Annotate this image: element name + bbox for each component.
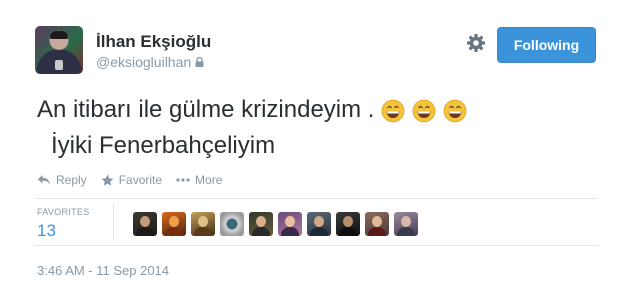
favoriter-avatar[interactable]	[307, 212, 331, 236]
user-handle-text: @eksiogluilhan	[96, 54, 192, 70]
divider	[35, 198, 598, 199]
favorites-label: FAVORITES	[37, 207, 90, 217]
reply-icon	[37, 174, 51, 186]
more-icon	[176, 178, 190, 182]
favoriter-avatar[interactable]	[249, 212, 273, 236]
favoriter-avatar[interactable]	[133, 212, 157, 236]
divider	[35, 245, 598, 246]
grinning-face-emoji	[381, 98, 405, 123]
favorite-label: Favorite	[118, 173, 163, 187]
favoriter-avatar[interactable]	[394, 212, 418, 236]
user-fullname[interactable]: İlhan Ekşioğlu	[96, 32, 211, 52]
user-handle[interactable]: @eksiogluilhan	[96, 54, 204, 70]
more-label: More	[195, 173, 223, 187]
avatar-microphone	[55, 60, 63, 70]
stat-separator	[113, 203, 114, 241]
favoriter-avatar[interactable]	[191, 212, 215, 236]
tweet-text: An itibarı ile gülme krizindeyim . İyiki…	[37, 92, 597, 164]
favorites-count[interactable]: 13	[37, 221, 56, 241]
grinning-face-emoji	[443, 98, 467, 123]
favoriter-avatars	[133, 212, 418, 236]
lock-icon	[195, 57, 204, 67]
tweet-timestamp[interactable]: 3:46 AM - 11 Sep 2014	[37, 263, 169, 278]
user-avatar[interactable]	[35, 26, 83, 74]
tweet-line-2: İyiki Fenerbahçeliyim	[37, 128, 597, 164]
favoriter-avatar[interactable]	[278, 212, 302, 236]
tweet-text-line-2: İyiki Fenerbahçeliyim	[51, 132, 276, 159]
reply-button[interactable]: Reply	[37, 173, 87, 187]
gear-icon[interactable]	[466, 33, 486, 53]
following-button[interactable]: Following	[497, 27, 596, 63]
favoriter-avatar[interactable]	[365, 212, 389, 236]
star-icon	[101, 174, 114, 187]
reply-label: Reply	[56, 173, 87, 187]
favorite-button[interactable]: Favorite	[101, 173, 162, 187]
favoriter-avatar[interactable]	[220, 212, 244, 236]
favoriter-avatar[interactable]	[162, 212, 186, 236]
tweet-text-line-1: An itibarı ile gülme krizindeyim .	[37, 96, 375, 123]
tweet-line-1: An itibarı ile gülme krizindeyim .	[37, 92, 597, 128]
avatar-hair	[50, 31, 68, 39]
tweet-actions: Reply Favorite More	[37, 173, 236, 187]
more-button[interactable]: More	[176, 173, 222, 187]
grinning-face-emoji	[412, 98, 436, 123]
favoriter-avatar[interactable]	[336, 212, 360, 236]
